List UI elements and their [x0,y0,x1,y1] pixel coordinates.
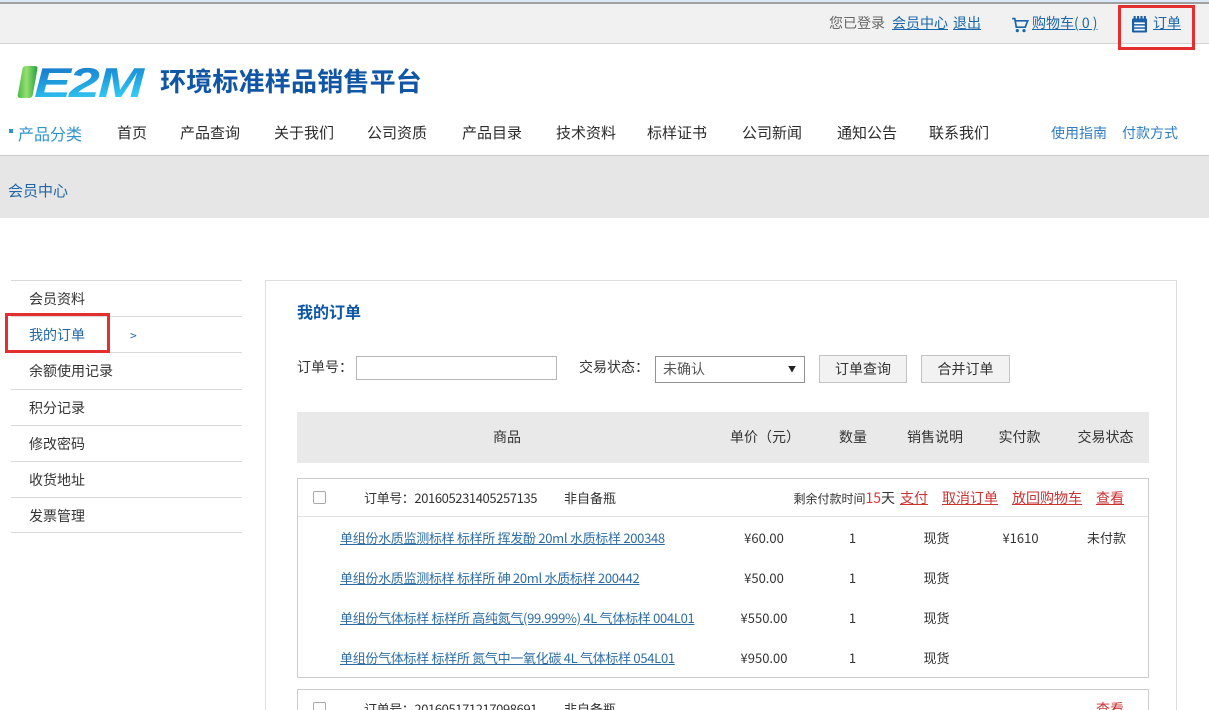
svg-text:E2M: E2M [34,62,145,102]
